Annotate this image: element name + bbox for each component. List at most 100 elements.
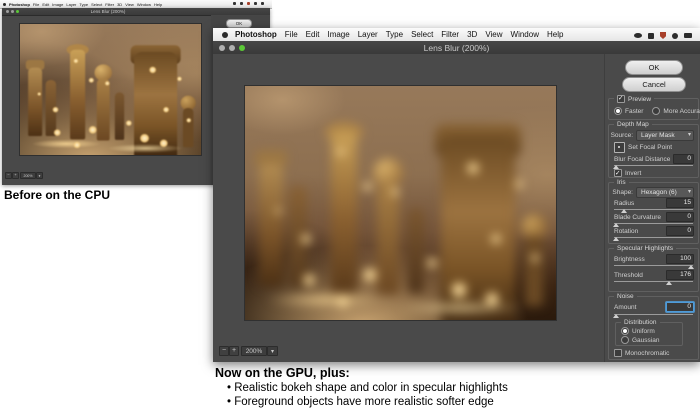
gaussian-label: Gaussian [632,336,660,344]
shield-icon[interactable] [660,32,666,39]
set-focal-point-icon[interactable] [614,141,625,153]
source-dropdown[interactable]: Layer Mask ▾ [636,129,694,141]
battery-icon[interactable] [684,33,692,38]
shape-dropdown[interactable]: Hexagon (6) ▾ [636,186,694,198]
menu-item-select[interactable]: Select [411,30,433,39]
brightness-label: Brightness [614,255,645,263]
uniform-radio[interactable] [621,327,629,335]
noise-group: Noise Amount 0 Distribution Uniform Gaus… [608,293,699,360]
mini-menu-item[interactable]: Help [154,2,162,7]
large-screenshot: Photoshop File Edit Image Layer Type Sel… [213,28,700,362]
settings-panel: OK Cancel Preview Faster More Accurate D… [604,54,700,362]
zoom-in-button[interactable]: + [229,346,239,356]
screenshot-root: Photoshop File Edit Image Layer Type Sel… [0,0,700,414]
mini-menu-item[interactable]: Image [52,2,63,7]
mini-dialog-title: Lens Blur (200%) [90,9,126,14]
mini-menu-item[interactable]: Window [137,2,151,7]
dialog-title: Lens Blur (200%) [423,42,490,53]
ok-button[interactable]: OK [625,60,683,75]
menu-item-filter[interactable]: Filter [441,30,459,39]
menu-item-layer[interactable]: Layer [358,30,378,39]
apple-logo-icon[interactable] [222,31,228,38]
chevron-down-icon: ▾ [687,131,691,138]
preview-label: Preview [628,95,652,103]
chess-pieces-layer [20,24,201,155]
cancel-button[interactable]: Cancel [622,77,686,92]
apple-logo-icon[interactable] [3,2,6,6]
mini-menu-item[interactable]: Type [79,2,88,7]
caption-before: Before on the CPU [4,188,111,202]
mini-menu-item[interactable]: Select [91,2,102,7]
zoom-out-button[interactable]: − [219,346,229,356]
caption-bullet: Foreground objects have more realistic s… [227,395,508,409]
chess-photo-before[interactable] [20,24,201,155]
uniform-label: Uniform [632,327,655,335]
depth-map-legend: Depth Map [614,121,652,128]
brightness-slider[interactable] [614,263,694,269]
status-icon[interactable] [247,2,250,5]
ok-button[interactable]: OK [226,19,252,28]
invert-label: Invert [625,169,642,177]
camera-icon[interactable] [634,33,642,38]
mini-menu-item[interactable]: Photoshop [9,2,30,7]
amount-label: Amount [614,303,637,311]
zoom-level[interactable]: 200% [241,346,267,356]
chess-photo-preview[interactable] [245,86,556,320]
iris-legend: Iris [614,179,629,186]
zoom-dropdown[interactable]: ▾ [36,172,43,179]
menubar: Photoshop File Edit Image Layer Type Sel… [213,28,700,42]
noise-legend: Noise [614,293,637,300]
threshold-slider[interactable] [614,279,693,285]
zoom-in-button[interactable]: + [12,172,19,179]
amount-slider[interactable] [612,312,693,318]
more-accurate-radio[interactable] [652,107,661,115]
set-focal-point-label: Set Focal Point [628,143,673,151]
zoom-out-button[interactable]: − [5,172,12,179]
rotation-label: Rotation [614,227,639,235]
caption-after: Now on the GPU, plus: Realistic bokeh sh… [215,366,508,409]
menu-item-view[interactable]: View [485,30,502,39]
status-icon[interactable] [261,2,264,5]
menu-item-image[interactable]: Image [327,30,349,39]
mini-menu-item[interactable]: 3D [117,2,122,7]
faster-radio[interactable] [614,107,622,115]
menu-item-type[interactable]: Type [386,30,403,39]
menu-item-edit[interactable]: Edit [306,30,320,39]
mini-menu-item[interactable]: Filter [105,2,114,7]
mini-menu-item[interactable]: View [125,2,134,7]
menu-item-help[interactable]: Help [547,30,563,39]
caption-bullet: Realistic bokeh shape and color in specu… [227,381,508,395]
zoom-level[interactable]: 200% [20,172,36,179]
radius-label: Radius [614,199,635,207]
mini-menu-item[interactable]: Edit [42,2,49,7]
mini-menu-item[interactable]: File [33,2,39,7]
status-icon[interactable] [233,2,236,5]
status-icon[interactable] [254,2,257,5]
dialog-titlebar[interactable]: Lens Blur (200%) [213,41,700,55]
menu-item-window[interactable]: Window [511,30,539,39]
display-icon[interactable] [648,32,654,39]
monochromatic-label: Monochromatic [625,349,670,357]
mini-menu-item[interactable]: Layer [66,2,76,7]
rotation-slider[interactable] [612,235,693,241]
distribution-group: Distribution Uniform Gaussian [615,319,683,346]
chevron-down-icon: ▾ [38,173,41,178]
shape-label: Shape: [612,188,633,196]
status-icon[interactable] [240,2,243,5]
menu-item-3d[interactable]: 3D [467,30,477,39]
menu-item-file[interactable]: File [285,30,298,39]
blade-curvature-label: Blade Curvature [614,213,661,221]
clock-icon[interactable] [672,32,678,39]
faster-label: Faster [625,107,644,115]
specular-highlights-group: Specular Highlights Brightness 100 Thres… [608,245,699,292]
zoom-dropdown[interactable]: ▾ [267,346,278,356]
preview-group: Preview Faster More Accurate [608,95,700,120]
monochromatic-checkbox[interactable] [614,349,622,357]
menu-item-photoshop[interactable]: Photoshop [235,30,277,39]
amount-field[interactable]: 0 [666,302,694,312]
gaussian-radio[interactable] [621,336,629,344]
chevron-down-icon: ▾ [270,348,274,355]
preview-checkbox[interactable] [617,95,625,103]
invert-checkbox[interactable] [614,169,622,177]
threshold-label: Threshold [614,271,643,279]
